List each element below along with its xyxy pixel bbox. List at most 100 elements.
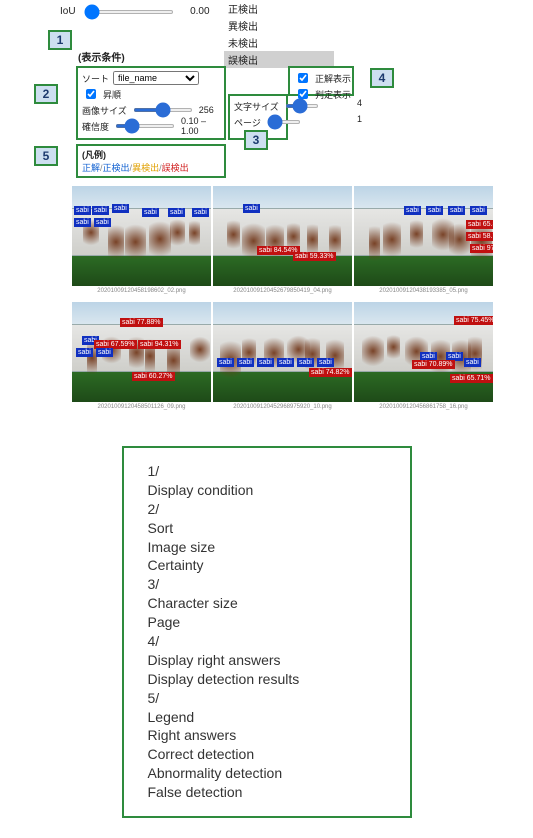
sort-select[interactable]: file_name (113, 71, 199, 85)
gt-label: sabi (277, 358, 294, 367)
sort-desc-label: 昇順 (103, 88, 121, 101)
thumbnail[interactable]: sabi 75.45%sabisabisabi 70.89%sabisabi 6… (354, 302, 493, 402)
detection-label: sabi 75.45% (454, 316, 493, 325)
gt-label: sabi (112, 204, 129, 213)
gt-label: sabi (168, 208, 185, 217)
detection-label: sabi 65.34% (466, 220, 493, 229)
legend-line: 正解/正検出/異検出/誤検出 (82, 161, 220, 174)
imgsize-value: 256 (199, 105, 214, 115)
iou-slider[interactable] (84, 10, 174, 14)
thumbnail-caption: 20201009120452679850419_04.png (213, 286, 352, 300)
legend-box-line: Display condition (148, 481, 386, 500)
result-item-2[interactable]: 未検出 (224, 34, 334, 51)
charsize-label: 文字サイズ (234, 100, 279, 113)
detection-label: sabi 65.71% (450, 374, 493, 383)
legend-box-line: False detection (148, 783, 386, 802)
charsize-slider[interactable] (285, 104, 319, 108)
legend-translation-box: 1/Display condition2/SortImage sizeCerta… (122, 446, 412, 818)
gt-label: sabi (257, 358, 274, 367)
imgsize-label: 画像サイズ (82, 104, 127, 117)
legend-box-line: Correct detection (148, 745, 386, 764)
thumbnail-caption: 20201009120456861758_16.png (354, 402, 493, 416)
thumbnail[interactable]: sabisabisabisabisabisabisabi 74.82% (213, 302, 352, 402)
legend-title: (凡例) (82, 148, 220, 161)
detection-label: sabi 77.88% (120, 318, 163, 327)
page-label: ページ (234, 116, 261, 129)
result-item-1[interactable]: 異検出 (224, 17, 334, 34)
certainty-label: 確信度 (82, 120, 109, 133)
legend-detect: 正検出 (103, 163, 130, 173)
thumbnail[interactable]: sabisabisabisabisabisabisabisabi (72, 186, 211, 286)
group-2-sort-size-certainty: ソート file_name 昇順 画像サイズ 256 確信度 0.10 – 1.… (76, 66, 226, 140)
gt-label: sabi (142, 208, 159, 217)
detection-label: sabi 94.31% (138, 340, 181, 349)
legend-box-line: Certainty (148, 556, 386, 575)
gt-label: sabi (404, 206, 421, 215)
annotation-5: 5 (34, 146, 58, 166)
thumbnail[interactable]: sabisabisabisabisabi 65.34%sabi 58.77%sa… (354, 186, 493, 286)
legend-box-line: Display detection results (148, 670, 386, 689)
detection-label: sabi 70.89% (412, 360, 455, 369)
gt-label: sabi (464, 358, 481, 367)
annotation-4: 4 (370, 68, 394, 88)
thumbnail-caption: 20201009120458501126_09.png (72, 402, 211, 416)
thumbnail-caption: 20201009120452968975920_10.png (213, 402, 352, 416)
result-listbox[interactable]: 正検出 異検出 未検出 誤検出 (224, 0, 334, 68)
certainty-range: 0.10 – 1.00 (181, 116, 220, 136)
sort-label: ソート (82, 72, 109, 85)
disp-correct-label: 正解表示 (315, 72, 351, 85)
gt-label: sabi (96, 348, 113, 357)
gt-label: sabi (243, 204, 260, 213)
disp-detect-checkbox[interactable] (298, 89, 308, 99)
legend-box-line: Legend (148, 708, 386, 727)
detection-label: sabi 74.82% (309, 368, 352, 377)
legend-box-line: 3/ (148, 575, 386, 594)
page-slider[interactable] (267, 120, 301, 124)
legend-box-line: 1/ (148, 462, 386, 481)
detection-label: sabi 59.33% (293, 252, 336, 261)
detection-label: sabi 58.77% (466, 232, 493, 241)
legend-box-line: Right answers (148, 726, 386, 745)
detection-label: sabi 97.93% (470, 244, 493, 253)
legend-box-line: Sort (148, 519, 386, 538)
gt-label: sabi (237, 358, 254, 367)
gt-label: sabi (92, 206, 109, 215)
gt-label: sabi (317, 358, 334, 367)
legend-box-line: Character size (148, 594, 386, 613)
iou-value: 0.00 (182, 6, 210, 17)
gt-label: sabi (192, 208, 209, 217)
gt-label: sabi (448, 206, 465, 215)
gt-label: sabi (217, 358, 234, 367)
gt-label: sabi (426, 206, 443, 215)
gt-label: sabi (74, 218, 91, 227)
annotation-1: 1 (48, 30, 72, 50)
legend-false: 誤検出 (162, 163, 189, 173)
result-item-0[interactable]: 正検出 (224, 0, 334, 17)
annotation-2: 2 (34, 84, 58, 104)
legend-box-line: 4/ (148, 632, 386, 651)
thumbnail-grid: sabisabisabisabisabisabisabisabi20201009… (0, 186, 533, 416)
certainty-slider[interactable] (115, 124, 175, 128)
disp-detect-label: 判定表示 (315, 88, 351, 101)
disp-correct-checkbox[interactable] (298, 73, 308, 83)
legend-correct: 正解 (82, 163, 100, 173)
legend-box-line: Display right answers (148, 651, 386, 670)
legend-box-line: 5/ (148, 689, 386, 708)
thumbnail-caption: 20201009120458198602_02.png (72, 286, 211, 300)
iou-label: IoU (60, 6, 76, 17)
thumbnail[interactable]: sabisabi 84.54%sabi 59.33% (213, 186, 352, 286)
legend-box-line: Page (148, 613, 386, 632)
legend-box-line: Image size (148, 538, 386, 557)
thumbnail[interactable]: sabi 77.88%sabisabi 67.59%sabi 94.31%sab… (72, 302, 211, 402)
legend-abnormal: 異検出 (132, 163, 159, 173)
detection-label: sabi 60.27% (132, 372, 175, 381)
thumbnail-caption: 20201009120438193385_05.png (354, 286, 493, 300)
legend-box-line: Abnormality detection (148, 764, 386, 783)
group-5-legend: (凡例) 正解/正検出/異検出/誤検出 (76, 144, 226, 178)
gt-label: sabi (74, 206, 91, 215)
sort-desc-checkbox[interactable] (86, 89, 96, 99)
gt-label: sabi (470, 206, 487, 215)
page-value: 1 (332, 114, 362, 124)
imgsize-slider[interactable] (133, 108, 193, 112)
legend-box-line: 2/ (148, 500, 386, 519)
